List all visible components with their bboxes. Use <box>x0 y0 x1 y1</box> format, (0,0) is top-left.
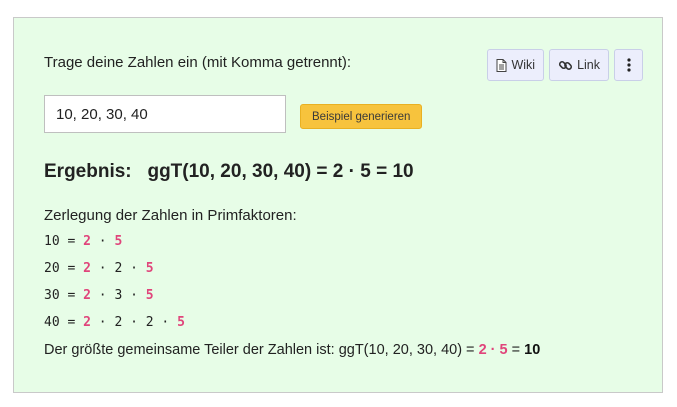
toolbar: Wiki Link <box>487 49 643 81</box>
conclusion-prefix: Der größte gemeinsame Teiler der Zahlen … <box>44 342 475 358</box>
prime-factor: 2 <box>145 315 154 330</box>
document-icon <box>496 58 507 72</box>
result-expression: ggT(10, 20, 30, 40) = 2 · 5 = 10 <box>147 161 414 182</box>
common-prime-factor: 5 <box>145 261 154 276</box>
wiki-label: Wiki <box>511 58 536 72</box>
numbers-input[interactable] <box>44 95 286 133</box>
ggt-calculator-panel: Trage deine Zahlen ein (mit Komma getren… <box>13 17 663 393</box>
conclusion-dot: · <box>490 342 496 358</box>
common-prime-factor: 5 <box>114 234 123 249</box>
factorization-row: 40 = 2 · 2 · 2 · 5 <box>44 315 185 330</box>
factorization-list: 10 = 2 · 5 20 = 2 · 2 · 5 30 = 2 · 3 · 5 40… <box>44 232 185 340</box>
factorization-row: 20 = 2 · 2 · 5 <box>44 261 154 276</box>
decomposition-title: Zerlegung der Zahlen in Primfaktoren: <box>44 207 297 224</box>
vertical-dots-icon <box>626 58 631 72</box>
common-prime-factor: 2 <box>83 261 91 276</box>
conclusion-equals: = <box>511 342 521 358</box>
common-prime-factor: 2 <box>83 288 91 303</box>
row-number: 30 <box>44 288 60 303</box>
prime-factor: 3 <box>114 288 123 303</box>
conclusion-factor: 2 <box>478 342 487 358</box>
factorization-row: 30 = 2 · 3 · 5 <box>44 288 154 303</box>
result-label: Ergebnis: <box>44 161 132 182</box>
input-prompt: Trage deine Zahlen ein (mit Komma getren… <box>44 54 352 71</box>
common-prime-factor: 2 <box>83 315 91 330</box>
prime-factor: 2 <box>114 261 123 276</box>
common-prime-factor: 2 <box>83 234 91 249</box>
prime-factor: 2 <box>114 315 123 330</box>
generate-example-button[interactable]: Beispiel generieren <box>300 104 423 129</box>
common-prime-factor: 5 <box>177 315 185 330</box>
gcd-value: 10 <box>524 342 541 358</box>
link-icon <box>558 58 573 73</box>
more-options-button[interactable] <box>614 49 643 81</box>
result-heading: Ergebnis: ggT(10, 20, 30, 40) = 2 · 5 = … <box>44 161 414 183</box>
link-button[interactable]: Link <box>549 49 609 81</box>
common-prime-factor: 5 <box>145 288 154 303</box>
row-number: 40 <box>44 315 60 330</box>
conclusion-text: Der größte gemeinsame Teiler der Zahlen … <box>44 342 540 358</box>
factorization-row: 10 = 2 · 5 <box>44 234 123 249</box>
row-number: 20 <box>44 261 60 276</box>
conclusion-factor: 5 <box>499 342 508 358</box>
link-label: Link <box>577 58 600 72</box>
wiki-button[interactable]: Wiki <box>487 49 545 81</box>
row-number: 10 <box>44 234 60 249</box>
